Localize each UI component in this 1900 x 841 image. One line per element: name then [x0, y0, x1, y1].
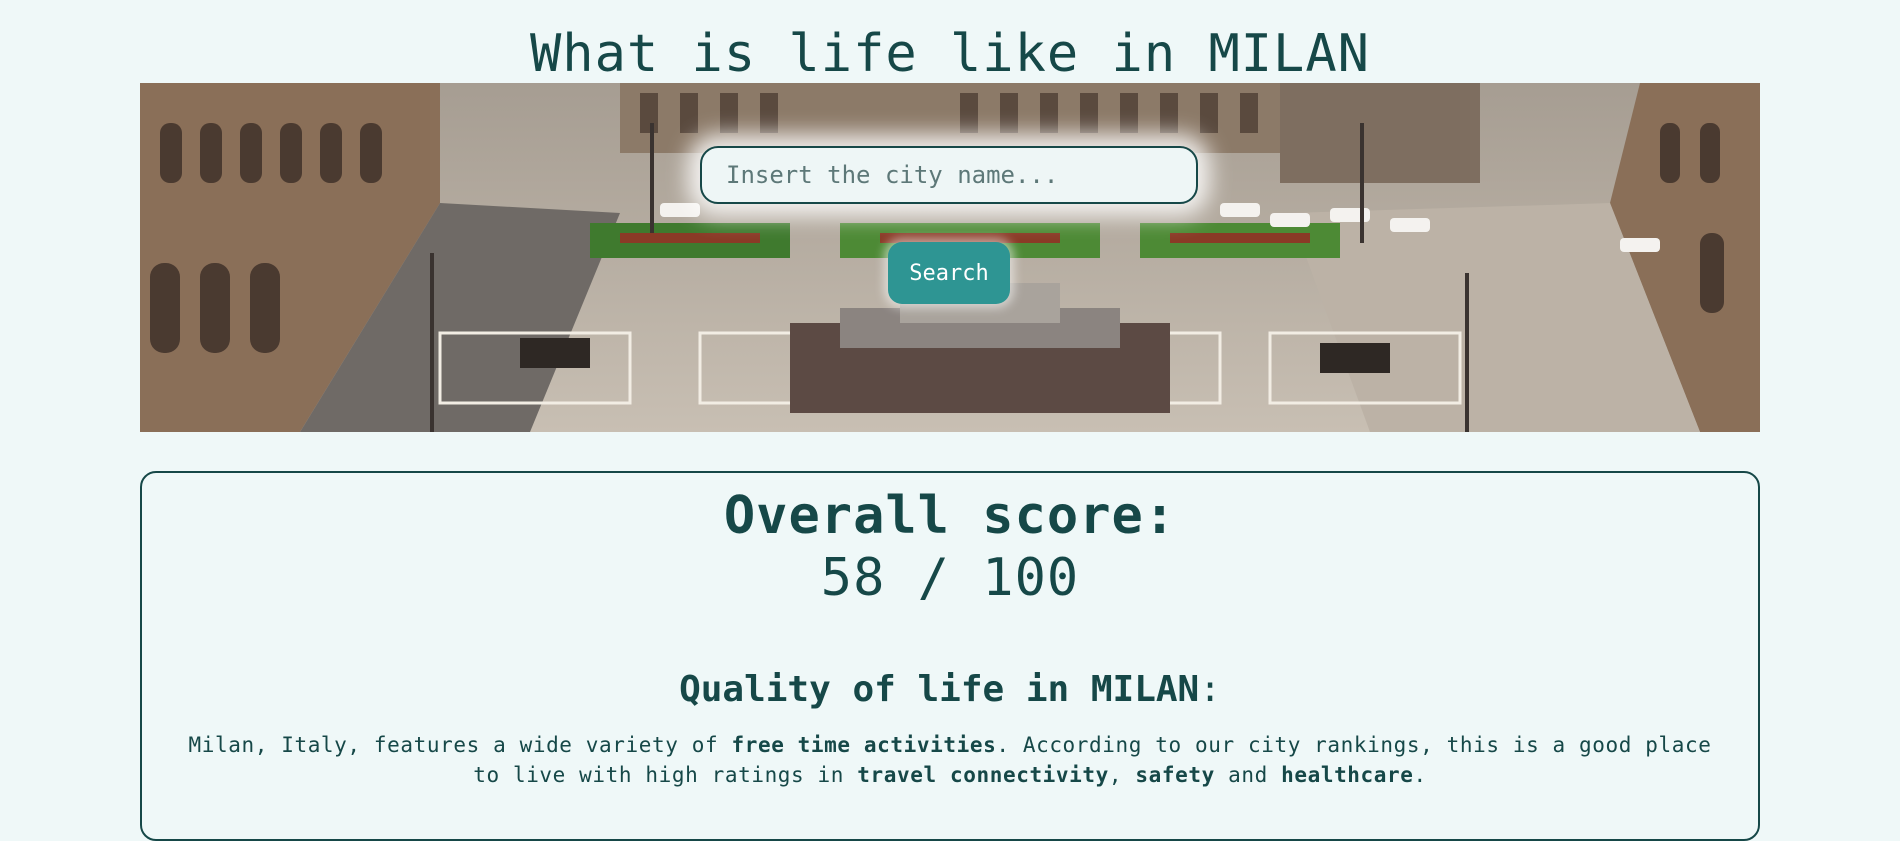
overall-score-label: Overall score: [723, 486, 1177, 546]
city-search-input[interactable] [700, 146, 1198, 204]
summary-text: . [1413, 763, 1427, 787]
highlight-safety: safety [1135, 763, 1215, 787]
page-title: What is life like in MILAN [530, 24, 1370, 84]
highlight-travel-connectivity: travel connectivity [857, 763, 1109, 787]
quality-heading-text: Quality of life in MILAN [679, 669, 1200, 710]
quality-summary: Milan, Italy, features a wide variety of… [170, 730, 1730, 790]
summary-text: Milan, Italy, features a wide variety of [188, 733, 732, 757]
summary-text: , [1108, 763, 1136, 787]
quality-heading: Quality of life in MILAN: [0, 668, 1900, 712]
search-button[interactable]: Search [888, 242, 1010, 304]
highlight-free-time-activities: free time activities [731, 733, 997, 757]
overall-score-value: 58 / 100 [820, 548, 1080, 608]
summary-text: and [1214, 763, 1282, 787]
highlight-healthcare: healthcare [1281, 763, 1414, 787]
quality-heading-colon: : [1199, 669, 1221, 710]
